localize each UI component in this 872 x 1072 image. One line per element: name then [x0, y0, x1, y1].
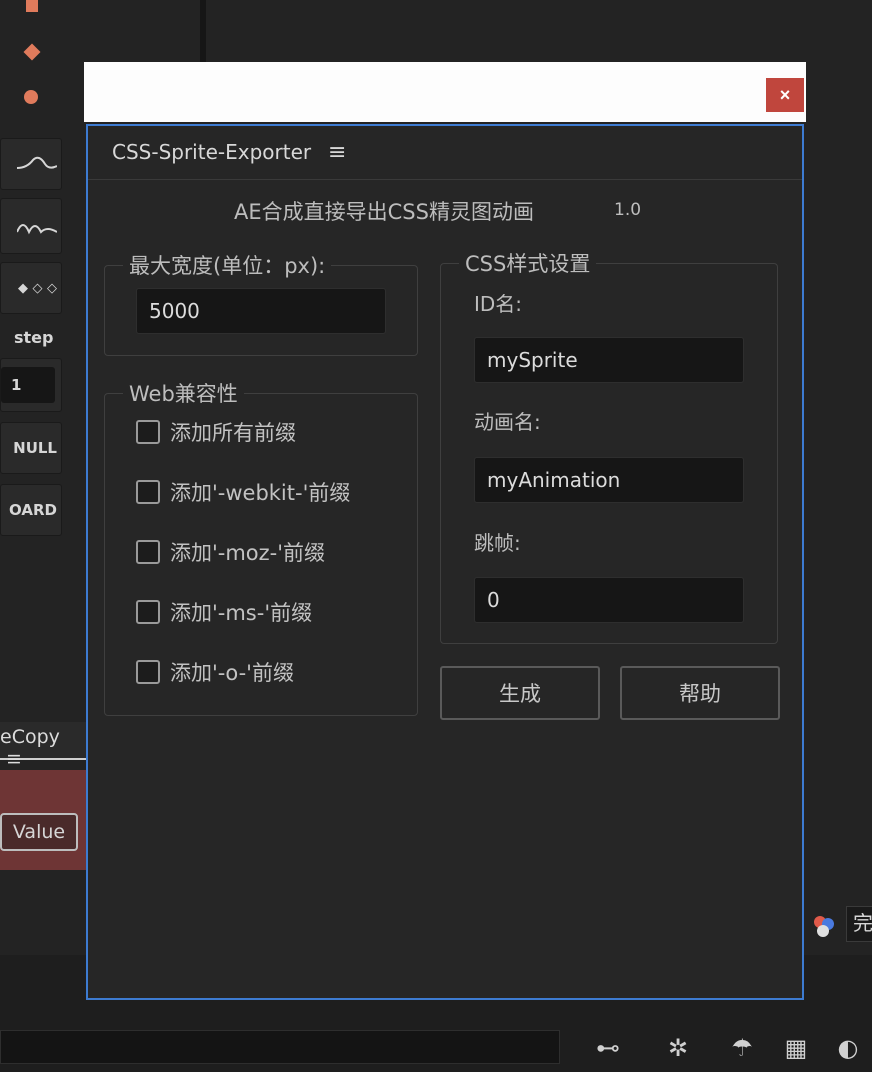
flowchart-icon[interactable]: ⊷ — [590, 1030, 626, 1066]
keyframe-dots-icon: ◆ ◇ ◇ — [17, 280, 57, 296]
artboard-button-label: OARD — [9, 501, 57, 519]
animation-name-input[interactable] — [474, 457, 744, 503]
css-settings-legend: CSS样式设置 — [465, 252, 591, 276]
prefix-moz-option[interactable]: 添加'-moz-'前缀 — [136, 537, 325, 567]
color-picker-icon[interactable] — [810, 912, 838, 940]
copy-tab-label: eCopy — [0, 726, 60, 748]
prefix-all-option[interactable]: 添加所有前缀 — [136, 417, 296, 447]
panel-divider — [200, 0, 206, 62]
prefix-o-option[interactable]: 添加'-o-'前缀 — [136, 657, 294, 687]
web-compat-legend: Web兼容性 — [129, 382, 238, 406]
panel-title: CSS-Sprite-Exporter — [112, 140, 312, 164]
diamond-shape-icon[interactable] — [23, 43, 41, 61]
frame-skip-input[interactable] — [474, 577, 744, 623]
3d-cube-icon[interactable]: ✲ — [660, 1030, 696, 1066]
prefix-ms-checkbox[interactable] — [136, 600, 160, 624]
left-tool-panel — [0, 0, 86, 700]
bottom-search-input[interactable] — [0, 1030, 560, 1064]
close-button[interactable]: × — [766, 78, 804, 112]
null-button[interactable]: NULL — [0, 422, 62, 474]
frame-skip-label: 跳帧: — [474, 531, 521, 555]
null-button-label: NULL — [13, 439, 57, 457]
film-frames-icon[interactable]: ▦ — [778, 1030, 814, 1066]
keyframe-dots-button[interactable]: ◆ ◇ ◇ — [0, 262, 62, 314]
prefix-o-checkbox[interactable] — [136, 660, 160, 684]
generate-button[interactable]: 生成 — [440, 666, 600, 720]
copy-panel-tab[interactable]: eCopy ≡ — [0, 722, 86, 770]
prefix-webkit-checkbox[interactable] — [136, 480, 160, 504]
motion-blur-icon[interactable]: ☂ — [724, 1030, 760, 1066]
step-value-field[interactable]: 1 — [0, 358, 62, 412]
ease-curve-button[interactable] — [0, 138, 62, 190]
circle-shape-icon[interactable] — [24, 90, 38, 104]
prefix-webkit-option[interactable]: 添加'-webkit-'前缀 — [136, 477, 350, 507]
prefix-ms-label: 添加'-ms-'前缀 — [170, 601, 313, 625]
graph-icon[interactable]: ◐ — [830, 1030, 866, 1066]
id-name-label: ID名: — [474, 292, 523, 316]
step-label: step — [14, 328, 54, 347]
animation-name-label: 动画名: — [474, 410, 541, 434]
version-label: 1.0 — [614, 200, 642, 220]
id-name-input[interactable] — [474, 337, 744, 383]
max-width-legend: 最大宽度(单位：px): — [129, 254, 326, 278]
panel-menu-icon[interactable]: ≡ — [328, 140, 346, 165]
window-titlebar[interactable] — [84, 62, 806, 122]
artboard-button[interactable]: OARD — [0, 484, 62, 536]
copy-tab-menu-icon[interactable]: ≡ — [6, 748, 22, 770]
prefix-ms-option[interactable]: 添加'-ms-'前缀 — [136, 597, 312, 627]
square-shape-icon[interactable] — [26, 0, 38, 12]
panel-subtitle: AE合成直接导出CSS精灵图动画 — [234, 200, 534, 224]
prefix-moz-label: 添加'-moz-'前缀 — [170, 541, 326, 565]
value-button[interactable]: Value — [0, 813, 78, 851]
prefix-all-label: 添加所有前缀 — [170, 421, 296, 445]
bounce-wave-icon — [17, 224, 57, 235]
max-width-input[interactable] — [136, 288, 386, 334]
ease-wave-icon — [17, 156, 57, 169]
step-value: 1 — [1, 367, 55, 403]
prefix-o-label: 添加'-o-'前缀 — [170, 661, 294, 685]
right-edge-label: 完 — [846, 906, 872, 942]
prefix-moz-checkbox[interactable] — [136, 540, 160, 564]
help-button[interactable]: 帮助 — [620, 666, 780, 720]
prefix-all-checkbox[interactable] — [136, 420, 160, 444]
prefix-webkit-label: 添加'-webkit-'前缀 — [170, 481, 351, 505]
bounce-curve-button[interactable] — [0, 198, 62, 254]
